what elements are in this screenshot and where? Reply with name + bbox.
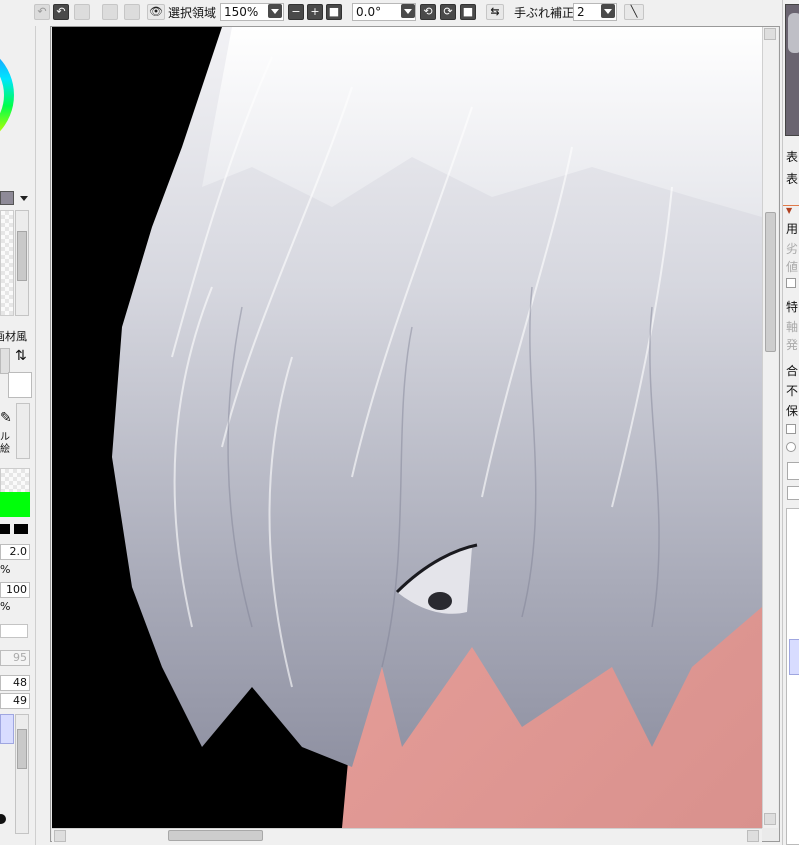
scroll-right-icon[interactable] — [747, 830, 759, 842]
rotate-right-button[interactable]: ⟳ — [440, 4, 456, 20]
swatch-dropdown-icon[interactable] — [20, 196, 28, 201]
right-label-2: 用 — [786, 222, 799, 236]
right-label-8: 合 — [786, 364, 799, 378]
right-label-7: 発 — [786, 338, 799, 352]
canvas-artwork[interactable] — [52, 27, 762, 828]
canvas-vertical-scrollbar[interactable] — [762, 27, 778, 828]
right-label-3: 劣 — [786, 242, 799, 256]
navigator-thumbnail[interactable] — [785, 4, 799, 136]
brush-dot-icon[interactable] — [0, 814, 6, 824]
selection-area-label: 選択領域 — [168, 6, 217, 20]
vertical-scroll-thumb[interactable] — [765, 212, 776, 352]
rotation-dropdown-icon[interactable] — [401, 4, 415, 18]
right-label-0: 表 — [786, 150, 799, 164]
selected-layer-item[interactable] — [789, 639, 799, 675]
top-toolbar: ↶ ↶ 👁 選択領域 150% − + ■ 0.0° ⟲ ⟳ ■ ⇆ 手ぶれ補正… — [0, 0, 799, 26]
layer-list[interactable] — [786, 508, 799, 845]
deselect-button[interactable] — [102, 4, 118, 20]
scroll-down-icon[interactable] — [764, 813, 776, 825]
scroll-left-icon[interactable] — [54, 830, 66, 842]
value-a-field[interactable]: 48 — [0, 675, 30, 691]
option-radio[interactable] — [786, 442, 796, 452]
pattern-preview — [0, 468, 30, 494]
zoom-value: 150% — [224, 5, 259, 19]
left-panel-divider[interactable] — [36, 26, 50, 845]
artwork-illustration — [52, 27, 762, 828]
right-layer-panel: 表 表 ▼ 用 劣 値 特 軸 発 合 不 保 — [782, 0, 799, 845]
collapse-arrow-icon[interactable]: ▼ — [786, 206, 792, 215]
zoom-dropdown-icon[interactable] — [268, 4, 282, 18]
current-color-swatch[interactable] — [0, 191, 14, 205]
brush-color-bar[interactable] — [0, 492, 30, 517]
percent-label-1: % — [0, 563, 11, 576]
option-checkbox-2[interactable] — [786, 424, 796, 434]
scroll-up-icon[interactable] — [764, 28, 776, 40]
stabilizer-label: 手ぶれ補正 — [514, 6, 575, 20]
color-wheel[interactable] — [0, 30, 16, 160]
right-label-4: 値 — [786, 260, 799, 274]
rotation-reset-button[interactable]: ■ — [460, 4, 476, 20]
undo-icon-button[interactable]: ↶ — [53, 4, 69, 20]
percent-label-2: % — [0, 600, 11, 613]
density-field[interactable]: 100 — [0, 582, 30, 598]
right-label-5: 特 — [786, 300, 799, 314]
brush-icon: ✎ — [0, 410, 12, 426]
texture-label: 画材風 — [0, 330, 27, 343]
right-label-1: 表 — [786, 172, 799, 186]
brush-scrollbar[interactable] — [16, 403, 30, 459]
right-label-6: 軸 — [786, 320, 799, 334]
zoom-reset-button[interactable]: ■ — [326, 4, 342, 20]
brush-list[interactable]: ✎ ル 絵 — [0, 404, 16, 460]
brush-shape-field[interactable] — [0, 624, 28, 638]
value-b-field[interactable]: 49 — [0, 693, 30, 709]
stabilizer-value: 2 — [577, 5, 585, 19]
undo-button[interactable]: ↶ — [34, 4, 50, 20]
rotate-left-button[interactable]: ⟲ — [420, 4, 436, 20]
flip-horizontal-icon[interactable]: ⇆ — [486, 4, 504, 20]
rotation-value: 0.0° — [356, 5, 382, 19]
line-tool-icon[interactable]: ╲ — [624, 4, 644, 20]
redo-button[interactable] — [74, 4, 90, 20]
texture-list[interactable] — [0, 210, 14, 316]
brush-settings-scrollbar[interactable] — [15, 714, 29, 834]
shape-square-large[interactable] — [14, 524, 28, 534]
swap-colors-icon[interactable]: ⇅ — [15, 348, 27, 364]
selected-brush-item[interactable] — [0, 714, 14, 744]
option-checkbox-1[interactable] — [786, 278, 796, 288]
stabilizer-dropdown-icon[interactable] — [601, 4, 615, 18]
right-label-9: 不 — [786, 384, 799, 398]
zoom-out-button[interactable]: − — [288, 4, 304, 20]
main-color-box[interactable] — [0, 348, 10, 374]
brush-label-2: 絵 — [0, 444, 10, 455]
shape-square-small[interactable] — [0, 524, 10, 534]
right-label-10: 保 — [786, 404, 799, 418]
layer-button-2[interactable] — [787, 486, 799, 500]
horizontal-scroll-thumb[interactable] — [168, 830, 263, 841]
zoom-in-button[interactable]: + — [307, 4, 323, 20]
sub-color-box[interactable] — [8, 372, 32, 398]
texture-scrollbar[interactable] — [15, 210, 29, 316]
layer-button-1[interactable] — [787, 462, 799, 480]
canvas-horizontal-scrollbar[interactable] — [52, 828, 762, 842]
eye-icon[interactable]: 👁 — [147, 4, 165, 20]
brush-size-field[interactable]: 2.0 — [0, 544, 30, 560]
invert-selection-button[interactable] — [124, 4, 140, 20]
blending-field[interactable]: 95 — [0, 650, 30, 666]
left-tool-panel: 画材風 ⇅ ✎ ル 絵 2.0 % 100 % 95 48 49 — [0, 26, 36, 845]
